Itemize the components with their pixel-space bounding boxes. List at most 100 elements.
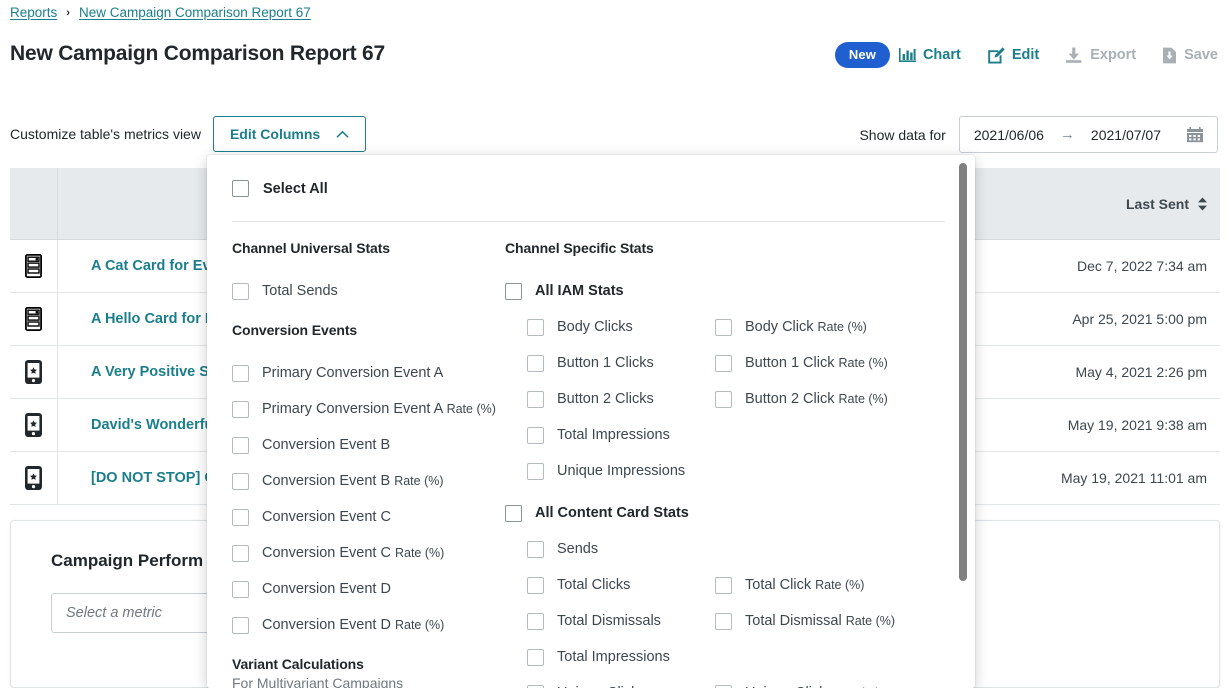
breadcrumb-current-link[interactable]: New Campaign Comparison Report 67: [79, 5, 311, 20]
stats-option-checkbox[interactable]: [527, 649, 544, 666]
channel-specific-groups: All IAM StatsBody ClicksBody Click Rate …: [505, 273, 955, 688]
conversion-event-option[interactable]: Conversion Event B Rate (%): [232, 463, 497, 499]
stats-option-primary: Button 1 Clicks: [505, 345, 715, 381]
date-arrow-icon: →: [1060, 126, 1075, 143]
checkbox-label: Primary Conversion Event A Rate (%): [262, 401, 496, 417]
conversion-event-option-checkbox[interactable]: [232, 581, 249, 598]
stats-option-checkbox[interactable]: [527, 685, 544, 688]
row-last-sent: May 19, 2021 11:01 am: [970, 470, 1220, 486]
rate-suffix: Rate (%): [815, 578, 864, 592]
table-header-last-sent[interactable]: Last Sent: [970, 196, 1220, 212]
stats-rate-option-checkbox[interactable]: [715, 613, 732, 630]
conversion-event-option[interactable]: Conversion Event D: [232, 571, 497, 607]
stats-option-primary: Total Dismissals: [505, 603, 715, 639]
conversion-event-option[interactable]: Conversion Event B: [232, 427, 497, 463]
conversion-events-heading: Conversion Events: [232, 322, 497, 338]
sort-updown-icon[interactable]: [1197, 197, 1208, 211]
channel-universal-option[interactable]: Total Sends: [232, 273, 497, 309]
row-channel-icon: [10, 452, 58, 505]
stats-option[interactable]: Unique Impressions: [527, 453, 715, 489]
stats-option-row: Unique ClicksUnique Click Rate (%): [505, 675, 955, 688]
edit-columns-button[interactable]: Edit Columns: [213, 116, 366, 152]
stats-rate-option[interactable]: Body Click Rate (%): [715, 309, 945, 345]
stats-option-checkbox[interactable]: [527, 427, 544, 444]
date-start-value[interactable]: 2021/06/06: [974, 127, 1044, 143]
checkbox-label: Conversion Event B: [262, 437, 390, 453]
stats-option[interactable]: Sends: [527, 531, 715, 567]
checkbox-label: All Content Card Stats: [535, 505, 689, 521]
chart-button[interactable]: Chart: [899, 47, 987, 63]
conversion-event-option-checkbox[interactable]: [232, 473, 249, 490]
stats-rate-option-checkbox[interactable]: [715, 685, 732, 688]
conversion-event-option[interactable]: Primary Conversion Event A Rate (%): [232, 391, 497, 427]
stats-group-toggle[interactable]: All Content Card Stats: [505, 495, 955, 531]
conversion-event-option-checkbox[interactable]: [232, 401, 249, 418]
stats-option-checkbox[interactable]: [527, 463, 544, 480]
stats-option-checkbox[interactable]: [527, 355, 544, 372]
row-channel-icon: [10, 399, 58, 452]
stats-option[interactable]: Total Impressions: [527, 639, 715, 675]
calendar-icon[interactable]: [1187, 127, 1203, 143]
channel-universal-option-checkbox[interactable]: [232, 283, 249, 300]
conversion-event-option[interactable]: Primary Conversion Event A: [232, 355, 497, 391]
stats-rate-option-checkbox[interactable]: [715, 577, 732, 594]
stats-rate-option[interactable]: Button 2 Click Rate (%): [715, 381, 945, 417]
row-last-sent: May 4, 2021 2:26 pm: [970, 364, 1220, 380]
stats-option-primary: Unique Clicks: [505, 675, 715, 688]
rate-suffix: Rate (%): [447, 402, 496, 416]
stats-option-row: Button 2 ClicksButton 2 Click Rate (%): [505, 381, 955, 417]
conversion-event-option[interactable]: Conversion Event C Rate (%): [232, 535, 497, 571]
stats-option[interactable]: Unique Clicks: [527, 675, 715, 688]
stats-rate-option-checkbox[interactable]: [715, 391, 732, 408]
checkbox-label: Sends: [557, 541, 598, 557]
stats-rate-option[interactable]: Button 1 Click Rate (%): [715, 345, 945, 381]
stats-group-toggle[interactable]: All IAM Stats: [505, 273, 955, 309]
variant-calculations-heading: Variant Calculations: [232, 656, 497, 672]
stats-rate-option[interactable]: Total Click Rate (%): [715, 567, 945, 603]
stats-option[interactable]: Total Clicks: [527, 567, 715, 603]
date-range-picker[interactable]: 2021/06/06 → 2021/07/07: [959, 116, 1218, 153]
conversion-event-option-checkbox[interactable]: [232, 437, 249, 454]
edit-button[interactable]: Edit: [987, 47, 1065, 64]
checkbox-label: Conversion Event D: [262, 581, 391, 597]
stats-option-checkbox[interactable]: [527, 391, 544, 408]
conversion-event-option-checkbox[interactable]: [232, 509, 249, 526]
stats-option-checkbox[interactable]: [527, 577, 544, 594]
stats-rate-option-checkbox[interactable]: [715, 355, 732, 372]
channel-universal-heading: Channel Universal Stats: [232, 240, 497, 256]
stats-option-rate: Button 2 Click Rate (%): [715, 381, 945, 417]
stats-option[interactable]: Total Impressions: [527, 417, 715, 453]
new-badge[interactable]: New: [835, 42, 890, 68]
select-all-checkbox[interactable]: [232, 180, 249, 197]
stats-group-toggle-checkbox[interactable]: [505, 505, 522, 522]
stats-option[interactable]: Total Dismissals: [527, 603, 715, 639]
conversion-event-option-checkbox[interactable]: [232, 545, 249, 562]
conversion-event-option[interactable]: Conversion Event C: [232, 499, 497, 535]
date-end-value[interactable]: 2021/07/07: [1091, 127, 1161, 143]
save-button[interactable]: Save: [1162, 47, 1218, 64]
stats-option[interactable]: Button 2 Clicks: [527, 381, 715, 417]
conversion-event-option-checkbox[interactable]: [232, 365, 249, 382]
stats-rate-option-checkbox[interactable]: [715, 319, 732, 336]
stats-option-checkbox[interactable]: [527, 613, 544, 630]
stats-option-row: Button 1 ClicksButton 1 Click Rate (%): [505, 345, 955, 381]
stats-rate-option[interactable]: Unique Click Rate (%): [715, 675, 945, 688]
stats-option[interactable]: Button 1 Clicks: [527, 345, 715, 381]
conversion-event-option-checkbox[interactable]: [232, 617, 249, 634]
stats-option-row: Total ClicksTotal Click Rate (%): [505, 567, 955, 603]
export-button[interactable]: Export: [1065, 47, 1162, 64]
save-file-icon: [1162, 47, 1177, 64]
breadcrumb-reports-link[interactable]: Reports: [10, 5, 57, 20]
stats-option-checkbox[interactable]: [527, 319, 544, 336]
stats-group-toggle-checkbox[interactable]: [505, 283, 522, 300]
stats-option-checkbox[interactable]: [527, 541, 544, 558]
panel-right-column: Channel Specific Stats All IAM StatsBody…: [505, 240, 955, 688]
panel-scrollbar[interactable]: [959, 163, 967, 581]
conversion-event-option[interactable]: Conversion Event D Rate (%): [232, 607, 497, 643]
stats-option[interactable]: Body Clicks: [527, 309, 715, 345]
row-channel-icon: [10, 293, 58, 346]
customize-label: Customize table's metrics view: [10, 126, 201, 142]
select-all-row[interactable]: Select All: [232, 180, 328, 197]
stats-rate-option[interactable]: Total Dismissal Rate (%): [715, 603, 945, 639]
stats-option-rate: [715, 531, 945, 567]
